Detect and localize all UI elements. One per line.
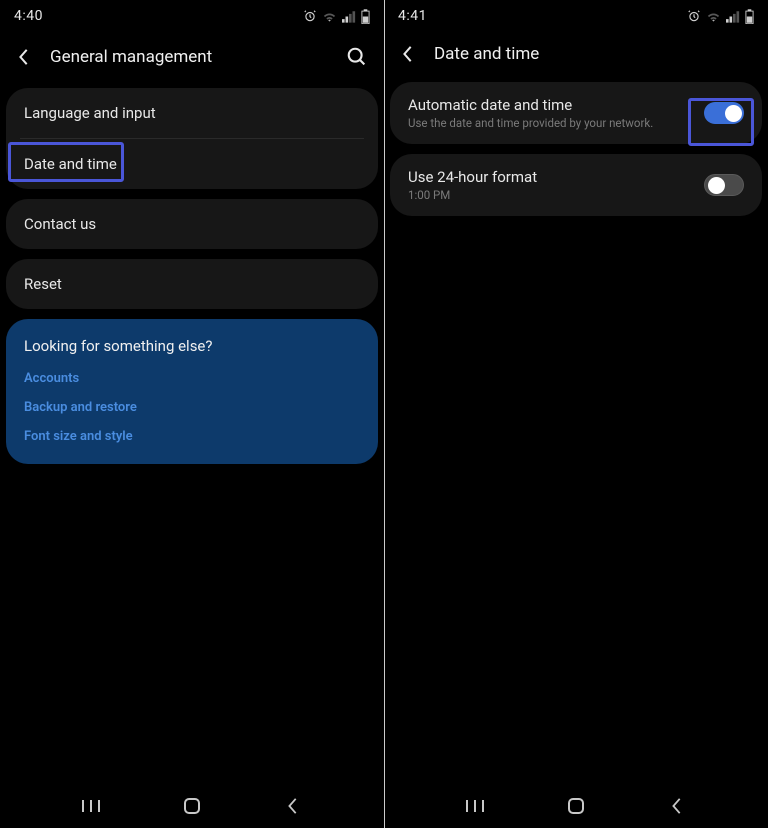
- format-card: Use 24-hour format 1:00 PM: [390, 154, 762, 216]
- status-time: 4:41: [398, 8, 427, 24]
- auto-date-sub: Use the date and time provided by your n…: [408, 116, 704, 130]
- page-title: Date and time: [434, 44, 754, 64]
- automatic-date-time-row[interactable]: Automatic date and time Use the date and…: [390, 82, 762, 144]
- battery-icon: [745, 9, 754, 24]
- screenshot-divider: [384, 0, 385, 828]
- content-area: Automatic date and time Use the date and…: [384, 82, 768, 216]
- phone-date-and-time: 4:41 Date and time Automatic date and ti…: [384, 0, 768, 828]
- content-area: Language and input Date and time Contact…: [0, 88, 384, 464]
- tips-card: Looking for something else? Accounts Bac…: [6, 319, 378, 464]
- signal-icon: [726, 10, 740, 23]
- auto-date-label: Automatic date and time: [408, 96, 704, 114]
- signal-icon: [342, 10, 356, 23]
- date-and-time-row[interactable]: Date and time: [6, 139, 378, 189]
- settings-group-3: Reset: [6, 259, 378, 309]
- toggle-text: Use 24-hour format 1:00 PM: [408, 168, 704, 202]
- settings-group-2: Contact us: [6, 199, 378, 249]
- tips-link-backup[interactable]: Backup and restore: [24, 400, 360, 415]
- tips-title: Looking for something else?: [24, 337, 360, 355]
- nav-bar: [384, 784, 768, 828]
- wifi-icon: [322, 10, 337, 23]
- tips-link-font[interactable]: Font size and style: [24, 429, 360, 444]
- back-nav-button[interactable]: [664, 793, 690, 819]
- contact-us-row[interactable]: Contact us: [6, 199, 378, 249]
- back-button[interactable]: [14, 47, 34, 67]
- header: Date and time: [384, 30, 768, 82]
- switch-knob: [725, 105, 742, 122]
- settings-group-1: Language and input Date and time: [6, 88, 378, 189]
- auto-date-card: Automatic date and time Use the date and…: [390, 82, 762, 144]
- page-title: General management: [50, 47, 328, 67]
- alarm-icon: [303, 9, 317, 23]
- switch-knob: [708, 177, 725, 194]
- format24-label: Use 24-hour format: [408, 168, 704, 186]
- status-icons: [687, 9, 754, 24]
- battery-icon: [361, 9, 370, 24]
- home-button[interactable]: [563, 793, 589, 819]
- use-24-hour-format-row[interactable]: Use 24-hour format 1:00 PM: [390, 154, 762, 216]
- status-bar: 4:40: [0, 0, 384, 30]
- recents-button[interactable]: [462, 793, 488, 819]
- back-nav-button[interactable]: [280, 793, 306, 819]
- reset-row[interactable]: Reset: [6, 259, 378, 309]
- nav-bar: [0, 784, 384, 828]
- status-time: 4:40: [14, 8, 43, 24]
- back-button[interactable]: [398, 44, 418, 64]
- toggle-text: Automatic date and time Use the date and…: [408, 96, 704, 130]
- wifi-icon: [706, 10, 721, 23]
- alarm-icon: [687, 9, 701, 23]
- language-and-input-row[interactable]: Language and input: [6, 88, 378, 138]
- status-icons: [303, 9, 370, 24]
- use-24-hour-format-toggle[interactable]: [704, 174, 744, 196]
- tips-link-accounts[interactable]: Accounts: [24, 371, 360, 386]
- phone-general-management: 4:40 General management Language and inp…: [0, 0, 384, 828]
- search-button[interactable]: [344, 44, 370, 70]
- automatic-date-time-toggle[interactable]: [704, 102, 744, 124]
- recents-button[interactable]: [78, 793, 104, 819]
- header: General management: [0, 30, 384, 88]
- status-bar: 4:41: [384, 0, 768, 30]
- format24-sub: 1:00 PM: [408, 188, 704, 202]
- home-button[interactable]: [179, 793, 205, 819]
